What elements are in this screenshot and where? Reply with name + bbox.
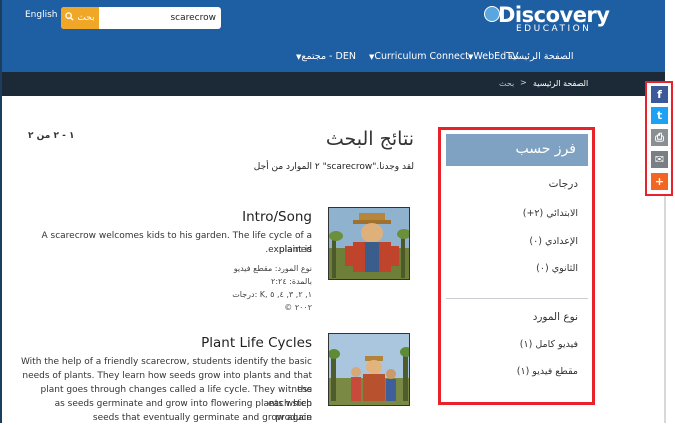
result-description-line: With the help of a friendly scarecrow, s… (20, 357, 312, 367)
result-thumbnail[interactable] (328, 333, 410, 406)
filter-grade-middle[interactable]: الإعدادي (٠) (450, 236, 578, 247)
print-icon: ⎙ (655, 130, 664, 144)
twitter-share-button[interactable]: t (651, 107, 668, 124)
language-link[interactable]: English (25, 10, 58, 20)
results-title: نتائج البحث (325, 128, 414, 150)
nav-community-den[interactable]: ▼مجتمع - DEN (293, 51, 356, 62)
breadcrumb-home[interactable]: الصفحة الرئيسية (533, 79, 588, 88)
twitter-icon: t (656, 109, 663, 122)
nav-curriculum-connect[interactable]: ▼Curriculum Connect (366, 51, 469, 62)
result-type: نوع المورد: مقطع فيديو (233, 264, 312, 273)
result-duration: بالمدة: ٢:٢٤ (271, 277, 312, 286)
result-thumbnail[interactable] (328, 207, 410, 280)
resource-type-heading: نوع المورد (532, 311, 578, 323)
email-icon: ✉ (654, 153, 665, 166)
pagination-info: ١ - ٢ من ٢ (28, 131, 75, 141)
result-description-line: .explained (265, 245, 312, 255)
result-grades: درجات: K, ١, ٢, ٣, ٤, ٥ (232, 290, 312, 299)
result-title[interactable]: Intro/Song (172, 209, 312, 225)
facebook-icon: f (657, 88, 662, 101)
breadcrumb-current: بحث (499, 79, 515, 88)
more-share-button[interactable]: + (651, 173, 668, 190)
scarecrow-garden-image (329, 208, 409, 279)
facebook-share-button[interactable]: f (651, 86, 668, 103)
window-edge (0, 0, 2, 423)
filter-video-clip[interactable]: مقطع فيديو (١) (450, 366, 578, 377)
result-copyright: © ٢٠٠٢ (284, 303, 312, 312)
search-button[interactable]: بحث (61, 7, 99, 29)
grades-heading: درجات (548, 178, 578, 190)
sort-panel-title: فرز حسب (515, 141, 576, 157)
filter-grade-high[interactable]: الثانوي (٠) (450, 263, 578, 274)
scarecrow-kids-image (329, 334, 409, 405)
filter-grade-elementary[interactable]: الابتدائي (٢+) (450, 208, 578, 219)
search-icon (65, 12, 75, 24)
plus-icon: + (654, 175, 665, 188)
nav-webedtv[interactable]: ▼WebEdTV (465, 51, 518, 62)
results-count: ٢ الموارد من أجل "scarecrow".لقد وجدنا (253, 162, 414, 172)
filter-full-video[interactable]: فيديو كامل (١) (450, 339, 578, 350)
search-input-value[interactable]: scarecrow (104, 13, 216, 23)
logo-subtitle: EDUCATION (516, 24, 592, 34)
email-button[interactable]: ✉ (651, 151, 668, 168)
sort-divider (446, 298, 588, 299)
breadcrumb-separator: > (520, 78, 527, 87)
result-title[interactable]: Plant Life Cycles (172, 335, 312, 351)
print-button[interactable]: ⎙ (651, 129, 668, 146)
search-button-label: بحث (77, 13, 95, 23)
